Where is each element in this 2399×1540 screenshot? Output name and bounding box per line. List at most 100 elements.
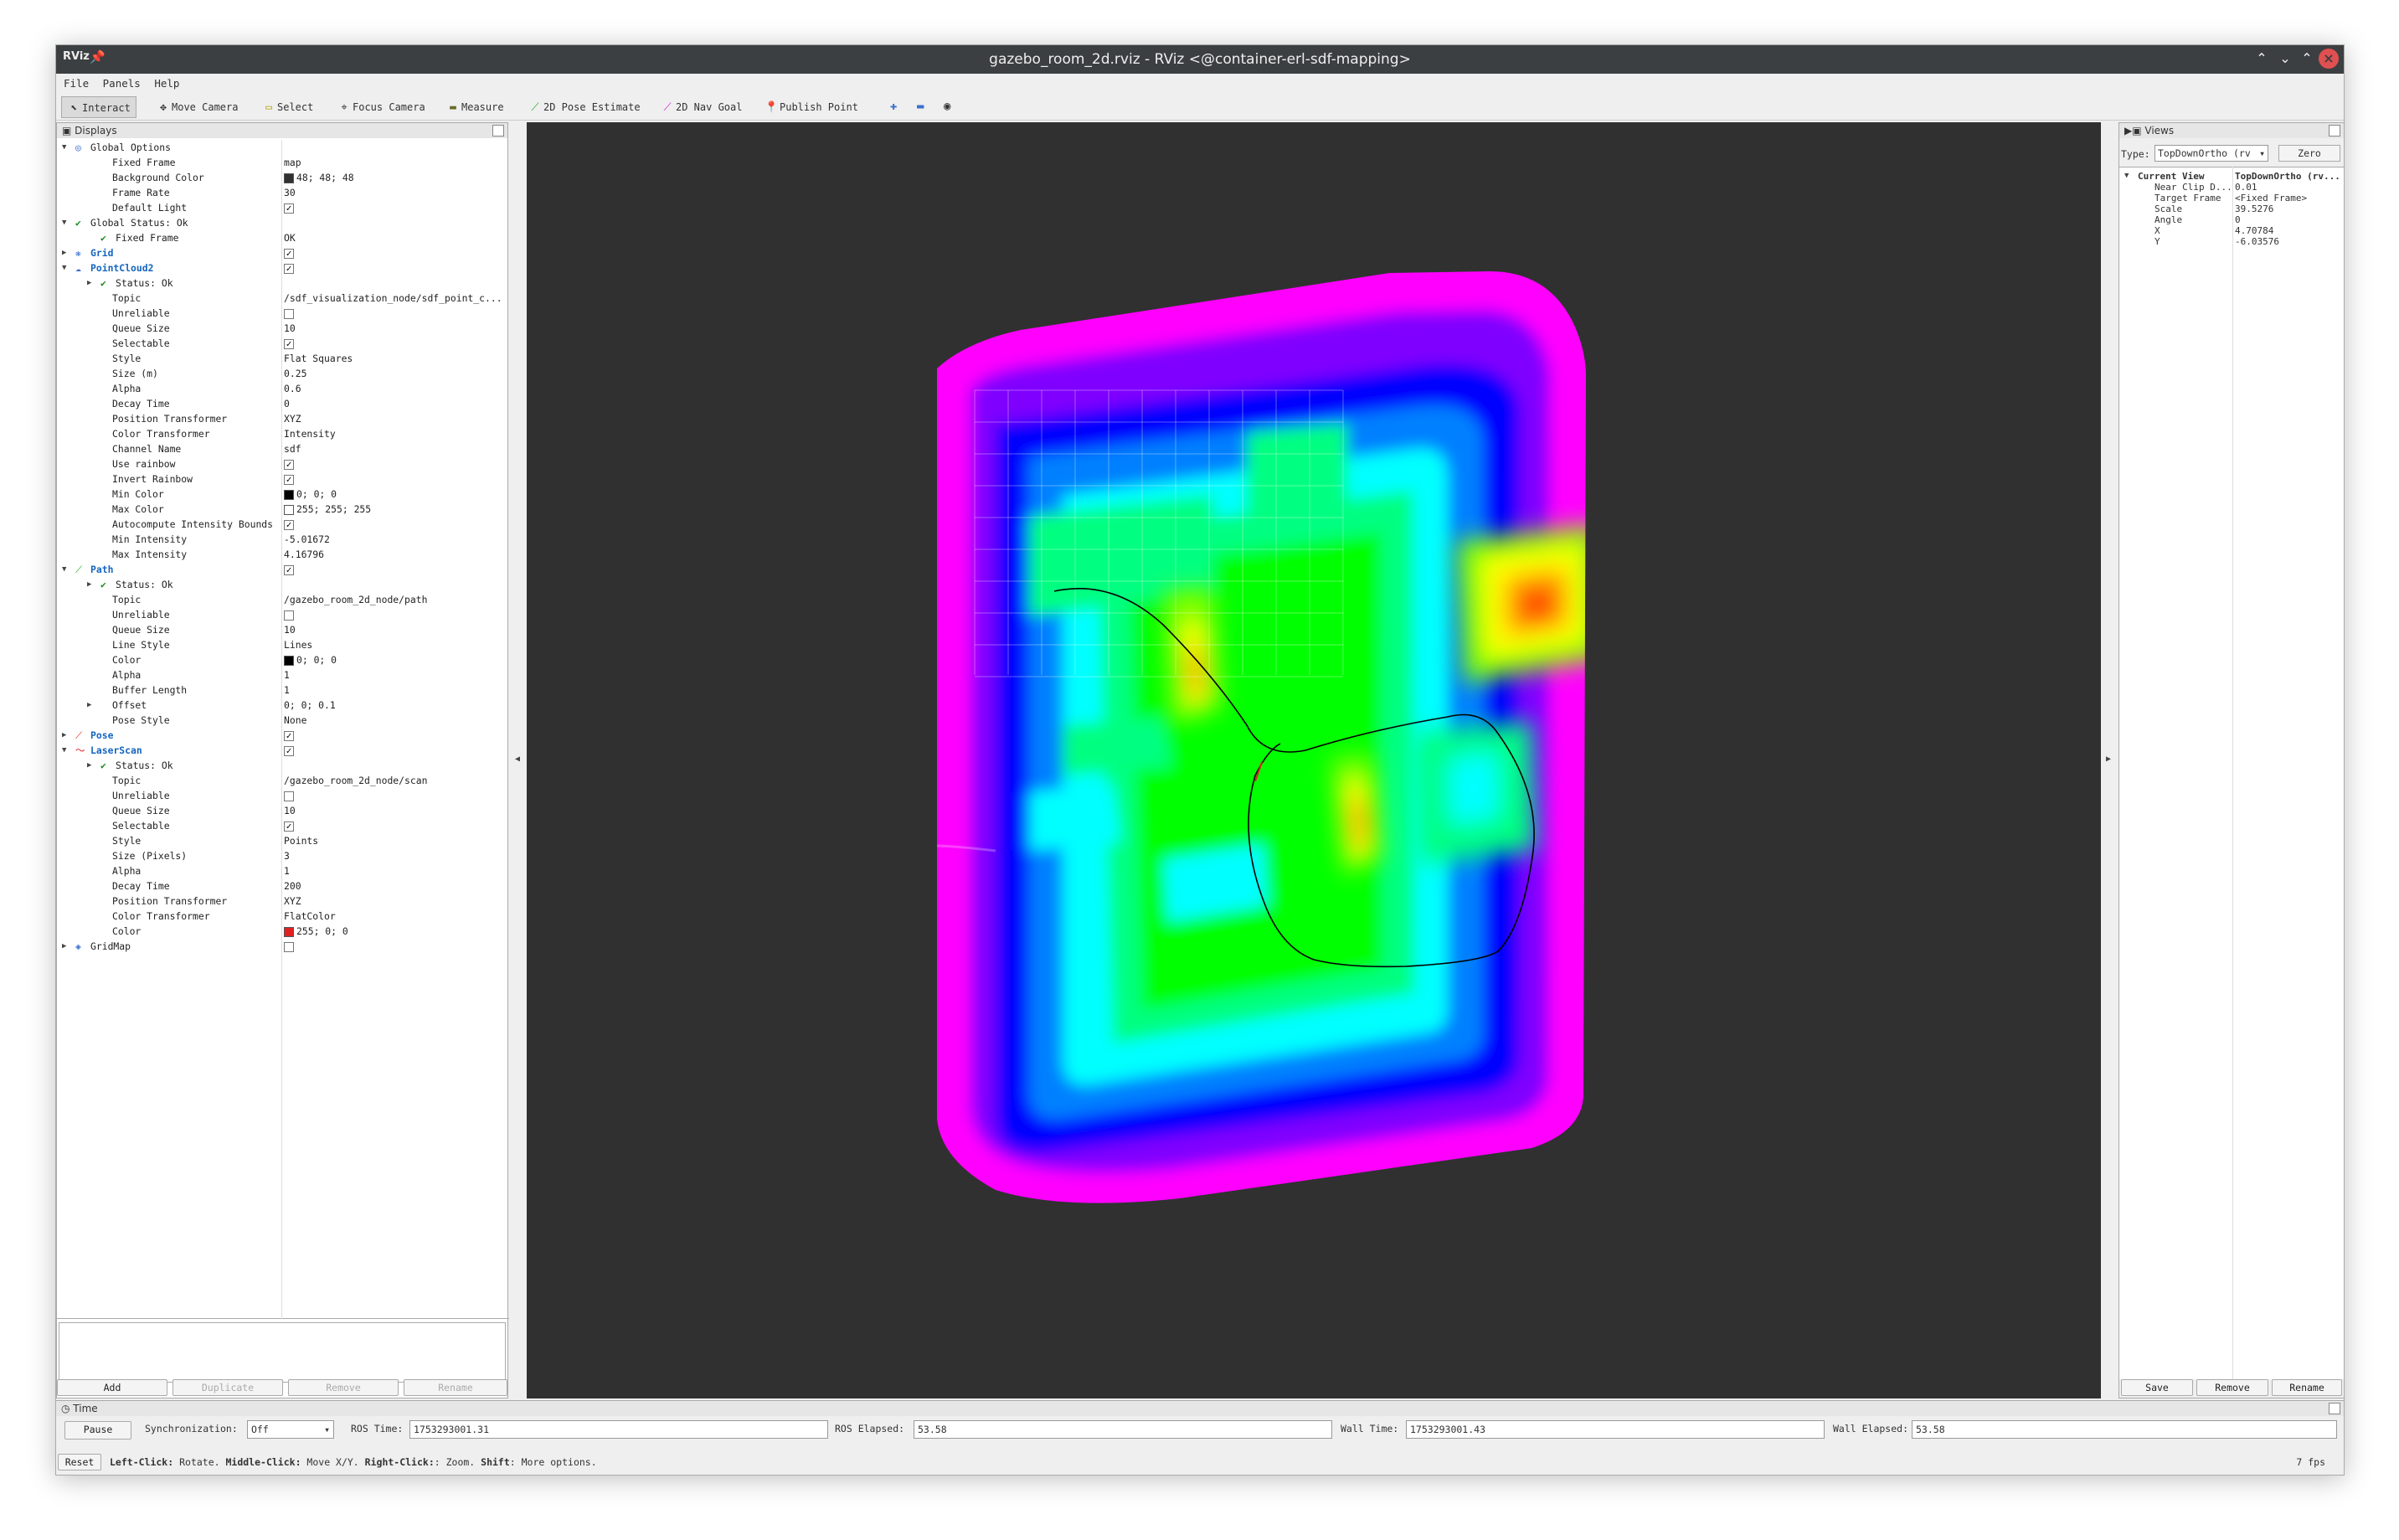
display-row[interactable]: Size (Pixels) 3 [57,848,509,863]
property-value[interactable]: Flat Squares [284,351,353,366]
display-row[interactable]: Topic/sdf_visualization_node/sdf_point_c… [57,291,509,306]
views-undock-button[interactable] [2329,125,2340,136]
color-swatch[interactable] [284,926,294,937]
checkbox[interactable]: ✓ [284,564,294,575]
property-value[interactable]: Intensity [284,426,336,441]
property-checkbox[interactable]: ✓ [284,728,294,743]
property-checkbox[interactable]: ✓ [284,562,294,577]
display-row[interactable]: Channel Name sdf [57,441,509,456]
display-row[interactable]: Unreliable [57,607,509,622]
display-row[interactable]: Style Flat Squares [57,351,509,366]
views-remove-button[interactable]: Remove [2196,1379,2268,1396]
property-checkbox[interactable]: ✓ [284,517,294,532]
color-swatch[interactable] [284,655,294,666]
menu-panels[interactable]: Panels [103,77,141,90]
checkbox[interactable] [284,791,294,801]
tool-2d-pose-estimate[interactable]: ⟋ 2D Pose Estimate [523,96,646,118]
display-row[interactable]: Min Color 0; 0; 0 [57,487,509,502]
left-splitter[interactable]: ◀ [510,122,527,1398]
ros-elapsed-field[interactable]: 53.58 [914,1420,1332,1439]
pause-button[interactable]: Pause [64,1421,131,1440]
close-icon[interactable]: × [2319,49,2339,69]
wall-elapsed-field[interactable]: 53.58 [1912,1420,2337,1439]
property-value[interactable]: 10 [284,803,296,818]
checkbox[interactable] [284,941,294,952]
display-row[interactable]: Topic/gazebo_room_2d_node/path [57,592,509,607]
display-row[interactable]: Decay Time 200 [57,878,509,894]
display-row[interactable]: Color 255; 0; 0 [57,924,509,939]
property-value[interactable]: XYZ [284,411,301,426]
property-checkbox[interactable]: ✓ [284,471,294,487]
undock-button[interactable] [492,125,504,136]
minimize-icon[interactable]: ⌄ [2275,49,2295,69]
property-value[interactable]: XYZ [284,894,301,909]
property-checkbox[interactable]: ✓ [284,456,294,471]
property-value[interactable]: map [284,155,301,170]
expand-right-icon[interactable]: ▶ [87,276,91,291]
display-row[interactable]: Selectable ✓ [57,818,509,833]
display-row[interactable]: Queue Size 10 [57,803,509,818]
property-checkbox[interactable]: ✓ [284,818,294,833]
display-row[interactable]: ▼ ☁ PointCloud2 ✓ [57,260,509,276]
view-property-row[interactable]: Near Clip D... 0.01 [2119,182,2344,193]
property-value[interactable]: 0; 0; 0.1 [284,698,336,713]
display-row[interactable]: Color Transformer Intensity [57,426,509,441]
checkbox[interactable] [284,610,294,621]
property-value[interactable]: 10 [284,622,296,637]
property-value[interactable]: 0.6 [284,381,301,396]
menu-help[interactable]: Help [154,77,179,90]
display-row[interactable]: Color Transformer FlatColor [57,909,509,924]
display-row[interactable]: Min Intensity -5.01672 [57,532,509,547]
display-row[interactable]: ▶ Offset 0; 0; 0.1 [57,698,509,713]
property-value[interactable]: 0.25 [284,366,306,381]
property-value[interactable]: /gazebo_room_2d_node/path [284,592,427,607]
view-property-row[interactable]: Angle 0 [2119,214,2344,225]
expand-down-icon[interactable]: ▼ [62,743,66,758]
checkbox[interactable]: ✓ [284,203,294,214]
view-property-value[interactable]: TopDownOrtho (rv... [2235,171,2340,182]
color-swatch[interactable] [284,173,294,183]
collapse-right-icon[interactable]: ▶ [2106,755,2111,764]
display-row[interactable]: Pose Style None [57,713,509,728]
property-checkbox[interactable] [284,788,294,803]
expand-right-icon[interactable]: ▶ [87,698,91,713]
maximize-icon[interactable]: ⌃ [2297,49,2317,69]
display-row[interactable]: Invert Rainbow ✓ [57,471,509,487]
display-row[interactable]: Default Light ✓ [57,200,509,215]
zero-button[interactable]: Zero [2278,145,2340,162]
property-value[interactable]: 4.16796 [284,547,324,562]
display-row[interactable]: Alpha 0.6 [57,381,509,396]
checkbox[interactable]: ✓ [284,474,294,485]
checkbox[interactable]: ✓ [284,248,294,259]
display-row[interactable]: ▼ ⟋ Path ✓ [57,562,509,577]
display-row[interactable]: Buffer Length 1 [57,682,509,698]
display-row[interactable]: Style Points [57,833,509,848]
display-row[interactable]: Topic/gazebo_room_2d_node/scan [57,773,509,788]
reset-button[interactable]: Reset [58,1454,101,1470]
property-value[interactable]: -5.01672 [284,532,330,547]
property-value[interactable]: Points [284,833,318,848]
property-checkbox[interactable]: ✓ [284,200,294,215]
property-value[interactable]: 0; 0; 0 [284,487,337,502]
expand-right-icon[interactable]: ▶ [62,728,66,743]
tool-focus-camera[interactable]: ⌖ Focus Camera [332,96,430,118]
display-row[interactable]: Decay Time 0 [57,396,509,411]
expand-down-icon[interactable]: ▼ [62,260,66,276]
display-row[interactable]: ▶ ◈ GridMap [57,939,509,954]
property-value[interactable]: 10 [284,321,296,336]
tool-measure[interactable]: ▬ Measure [441,96,509,118]
display-row[interactable]: Background Color 48; 48; 48 [57,170,509,185]
property-value[interactable]: 0; 0; 0 [284,652,337,667]
view-property-value[interactable]: 0 [2235,214,2241,225]
keep-above-icon[interactable]: ⌃ [2252,49,2272,69]
tool-2d-nav-goal[interactable]: ⟋ 2D Nav Goal [656,96,747,118]
display-row[interactable]: ▶ ✔ Status: Ok [57,276,509,291]
view-property-row[interactable]: ▼ Current View TopDownOrtho (rv... [2119,171,2344,182]
display-row[interactable]: Selectable ✓ [57,336,509,351]
property-value[interactable]: /gazebo_room_2d_node/scan [284,773,427,788]
property-checkbox[interactable]: ✓ [284,245,294,260]
duplicate-button[interactable]: Duplicate [172,1379,283,1396]
property-value[interactable]: 200 [284,878,301,894]
display-row[interactable]: Frame Rate 30 [57,185,509,200]
property-value[interactable]: 1 [284,682,290,698]
